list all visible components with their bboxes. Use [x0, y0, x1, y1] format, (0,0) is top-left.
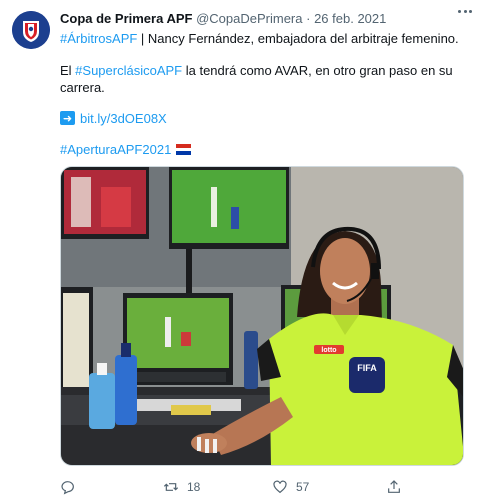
hashtag-superclasico[interactable]: #SuperclásicoAPF [75, 63, 182, 78]
retweet-count: 18 [187, 480, 201, 494]
shirt-brand-label: lotto [321, 347, 336, 354]
like-button[interactable]: 57 [272, 478, 309, 496]
tweet-card[interactable]: Copa de Primera APF @CopaDePrimera · 26 … [0, 0, 478, 503]
retweet-icon [163, 483, 179, 491]
line2-prefix: El [60, 63, 76, 78]
tweet-actions: 18 57 [60, 478, 460, 496]
more-options-icon[interactable] [458, 10, 472, 16]
right-arrow-icon [60, 110, 75, 127]
reply-button[interactable] [60, 478, 84, 496]
tweet-line-2: El #SuperclásicoAPF la tendrá como AVAR,… [60, 62, 460, 96]
share-button[interactable] [386, 478, 410, 496]
heart-icon [273, 480, 287, 494]
like-count: 57 [296, 480, 310, 494]
avatar[interactable] [12, 11, 50, 49]
reply-icon [61, 481, 74, 495]
paraguay-flag-icon [176, 144, 192, 155]
hashtag-arbitros[interactable]: #ÁrbitrosAPF [60, 31, 137, 46]
tweet-date[interactable]: 26 feb. 2021 [314, 11, 386, 26]
tweet-photo[interactable]: lotto FIFA [60, 166, 464, 466]
referee-var-room-photo: lotto FIFA [61, 167, 463, 465]
short-link[interactable]: bit.ly/3dOE08X [80, 111, 167, 126]
display-name[interactable]: Copa de Primera APF [60, 11, 192, 26]
share-icon [388, 480, 400, 493]
retweet-button[interactable]: 18 [163, 478, 200, 496]
apf-shield-logo-icon [12, 11, 50, 49]
user-handle[interactable]: @CopaDePrimera [196, 11, 302, 26]
tweet-link-line: bit.ly/3dOE08X [60, 110, 460, 127]
tweet-hashtag-line: #AperturaAPF2021 [60, 141, 460, 158]
fifa-badge-label: FIFA [357, 363, 377, 373]
tweet-header: Copa de Primera APF @CopaDePrimera · 26 … [60, 11, 466, 29]
separator-dot: · [306, 11, 311, 26]
line1-text: | Nancy Fernández, embajadora del arbitr… [137, 31, 459, 46]
tweet-line-1: #ÁrbitrosAPF | Nancy Fernández, embajado… [60, 30, 460, 47]
hashtag-apertura[interactable]: #AperturaAPF2021 [60, 142, 171, 157]
